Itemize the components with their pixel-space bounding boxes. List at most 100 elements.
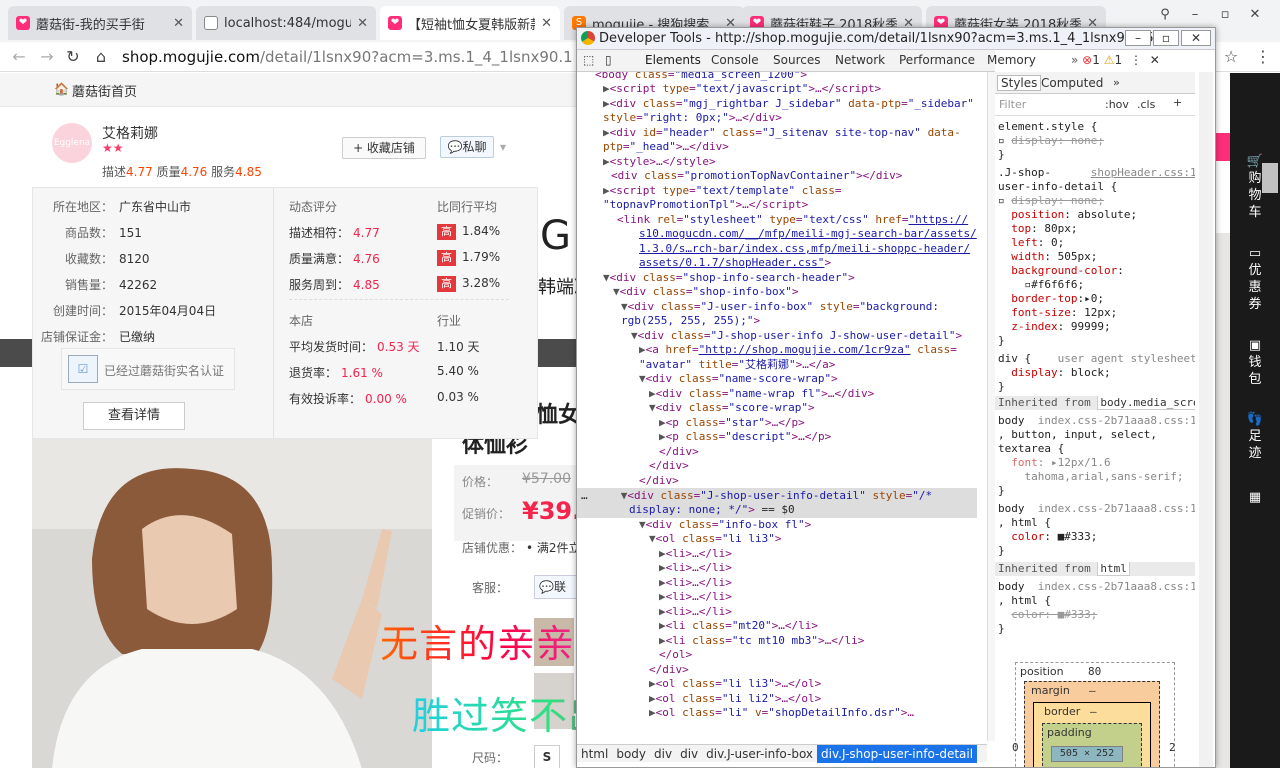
style-prop[interactable]: left: 0; xyxy=(998,236,1064,250)
dom-line[interactable]: rgb(255, 255, 255);"> xyxy=(621,314,760,329)
home-icon[interactable]: ⌂ xyxy=(90,46,112,68)
dom-link[interactable]: s10.mogucdn.com/__/mfp/meili-mgj-search-… xyxy=(639,227,977,242)
tab-elements[interactable]: Elements xyxy=(645,53,701,67)
dom-line[interactable]: ▶<p class="star">…</p> xyxy=(659,416,805,431)
style-prop[interactable]: font: ▸12px/1.6 xyxy=(998,456,1110,470)
style-prop[interactable]: color: ■#333; xyxy=(998,608,1097,622)
style-prop[interactable]: color: ■#333; xyxy=(998,530,1097,544)
follow-shop-button[interactable]: + 收藏店铺 xyxy=(342,137,426,159)
style-rule[interactable]: body index.css-2b71aaa8.css:1 xyxy=(998,502,1195,516)
style-rule[interactable]: body index.css-2b71aaa8.css:1 xyxy=(998,414,1195,428)
bookmark-star-icon[interactable]: ☆ xyxy=(1220,46,1242,68)
qr-code-icon[interactable]: ▦ xyxy=(1230,489,1280,506)
maximize-icon[interactable]: ▫ xyxy=(1153,30,1179,46)
dom-line[interactable]: </div> xyxy=(659,445,699,460)
style-prop[interactable]: top: 80px; xyxy=(998,222,1077,236)
chevron-down-icon[interactable]: ▾ xyxy=(500,140,506,154)
crumb-item[interactable]: body xyxy=(612,745,650,763)
dom-line[interactable]: ▼<div class="shop-info-box"> xyxy=(613,285,798,300)
more-tabs-icon[interactable]: » xyxy=(1071,53,1078,67)
close-icon[interactable]: ✕ xyxy=(357,16,368,31)
service-button[interactable]: 💬联 xyxy=(534,575,580,599)
dom-line[interactable]: ▼<div class="info-box fl"> xyxy=(639,518,811,533)
dom-line[interactable]: ▶<script type="text/template" class= xyxy=(603,184,841,199)
style-rule[interactable]: , button, input, select, xyxy=(998,428,1157,442)
minimize-icon[interactable]: – xyxy=(1125,30,1151,46)
error-warning-counts[interactable]: » ⊗1 ⚠1 ⋮ ✕ xyxy=(1071,53,1160,67)
add-rule-icon[interactable]: + xyxy=(1173,96,1182,109)
inspect-icon[interactable]: ⬚ xyxy=(583,53,594,67)
dom-line[interactable]: ▶<style>…</style> xyxy=(603,155,716,170)
style-prop[interactable]: width: 505px; xyxy=(998,250,1097,264)
dom-line[interactable]: ▶<script type="text/javascript">…</scrip… xyxy=(603,82,881,97)
dom-line[interactable]: ▼<ol class="li li3"> xyxy=(649,532,781,547)
back-icon[interactable]: ← xyxy=(8,46,30,68)
style-prop[interactable]: ▫ display: none; xyxy=(998,134,1104,148)
shop-avatar[interactable]: Egglena xyxy=(52,123,92,163)
coupon-item[interactable]: ▭ 优 惠 券 xyxy=(1230,245,1280,313)
dom-line[interactable]: ▶<div class="mgj_rightbar J_sidebar" dat… xyxy=(603,97,974,112)
tab-performance[interactable]: Performance xyxy=(899,53,975,67)
dom-line[interactable]: ptp="_head">…</div> xyxy=(603,140,729,155)
address-bar[interactable]: shop.mogujie.com/detail/1lsnx90?acm=3.ms… xyxy=(122,46,572,68)
dom-line[interactable]: </div> xyxy=(649,663,689,678)
close-icon[interactable]: ✕ xyxy=(173,16,184,31)
shop-name[interactable]: 艾格莉娜 xyxy=(102,123,158,143)
close-icon[interactable]: ✕ xyxy=(1150,53,1160,67)
product-photo[interactable] xyxy=(32,439,432,768)
reload-icon[interactable]: ↻ xyxy=(62,46,84,68)
dom-line[interactable]: ▶<p class="descript">…</p> xyxy=(659,430,831,445)
dom-line[interactable]: style="right: 0px;">…</div> xyxy=(603,111,782,126)
crumb-item-current[interactable]: div.J-shop-user-info-detail xyxy=(817,745,978,763)
dom-line[interactable]: ▶<a href="http://shop.mogujie.com/1cr9za… xyxy=(639,343,957,358)
style-rule[interactable]: textarea { xyxy=(998,442,1064,456)
dom-line[interactable]: "topnavPromotionTpl">…</script> xyxy=(603,198,808,213)
dom-line[interactable]: ▶<ol class="li li2">…</ol> xyxy=(649,692,821,707)
dom-line[interactable]: ▶<li class="mt20">…</li> xyxy=(659,619,818,634)
dom-line[interactable]: ▼<div class="score-wrap"> xyxy=(649,401,815,416)
dom-line[interactable]: </div> xyxy=(639,474,679,489)
dom-line[interactable]: ▶<li class="tc mt10 mb3">…</li> xyxy=(659,634,864,649)
dom-line[interactable]: <div class="promotionTopNavContainer"></… xyxy=(611,169,902,184)
footprint-item[interactable]: 👣 足 迹 xyxy=(1230,411,1280,462)
window-close-icon[interactable]: ✕ xyxy=(1240,4,1270,26)
chat-button[interactable]: 💬私聊 xyxy=(440,136,494,158)
style-prop[interactable]: ▫#f6f6f6; xyxy=(998,278,1084,292)
size-option[interactable]: S xyxy=(534,745,560,768)
cls-toggle[interactable]: .cls xyxy=(1137,98,1155,111)
crumb-item[interactable]: div.J-user-info-box xyxy=(702,745,817,763)
dom-link[interactable]: 1.3.0/s…rch-bar/index.css,mfp/meili-shop… xyxy=(639,242,970,257)
browser-tab[interactable]: localhost:484/moguj ✕ xyxy=(196,6,376,40)
style-prop[interactable]: ▫ display: none; xyxy=(998,194,1104,208)
dom-line[interactable]: </div> xyxy=(649,459,689,474)
user-icon[interactable]: ⚲ xyxy=(1150,4,1180,26)
style-prop[interactable]: z-index: 99999; xyxy=(998,320,1110,334)
wallet-item[interactable]: ▣ 钱 包 xyxy=(1230,337,1280,388)
dom-line-selected[interactable]: display: none; */"> == $0 xyxy=(629,503,795,518)
dom-link[interactable]: assets/0.1.7/shopHeader.css"> xyxy=(639,256,831,271)
browser-tab-active[interactable]: ❤ 【短袖t恤女夏韩版新款 ✕ xyxy=(380,6,560,40)
dom-line[interactable]: </ol> xyxy=(659,648,692,663)
more-tabs-icon[interactable]: » xyxy=(1113,76,1120,89)
menu-icon[interactable]: ⋮ xyxy=(1252,46,1274,68)
dom-line[interactable]: ▶<li>…</li> xyxy=(659,561,732,576)
style-prop[interactable]: background-color: xyxy=(998,264,1124,278)
style-rule[interactable]: .J-shop- shopHeader.css:1 xyxy=(998,166,1195,180)
dom-line[interactable]: ▼<div class="shop-info-search-header"> xyxy=(603,271,855,286)
forward-icon[interactable]: → xyxy=(36,46,58,68)
dom-line-selected[interactable]: … ▼<div class="J-shop-user-info-detail" … xyxy=(581,489,932,504)
style-rule[interactable]: , html { xyxy=(998,594,1051,608)
tab-sources[interactable]: Sources xyxy=(773,53,820,67)
dom-line[interactable]: ▶<li>…</li> xyxy=(659,605,732,620)
style-rule[interactable]: element.style { xyxy=(998,120,1097,134)
page-scrollbar[interactable] xyxy=(1262,163,1278,193)
dom-line[interactable]: ▶<li>…</li> xyxy=(659,590,732,605)
maximize-icon[interactable]: ▫ xyxy=(1210,4,1240,26)
crumb-item[interactable]: div xyxy=(676,745,702,763)
dom-line[interactable]: ▶<div class="name-wrap fl">…</div> xyxy=(649,387,874,402)
close-icon[interactable]: ✕ xyxy=(541,16,552,31)
tab-computed[interactable]: Computed xyxy=(1041,76,1103,90)
elements-scrollbar[interactable] xyxy=(987,72,995,741)
home-link[interactable]: 蘑菇街首页 xyxy=(72,81,137,100)
tab-styles[interactable]: Styles xyxy=(997,75,1042,91)
